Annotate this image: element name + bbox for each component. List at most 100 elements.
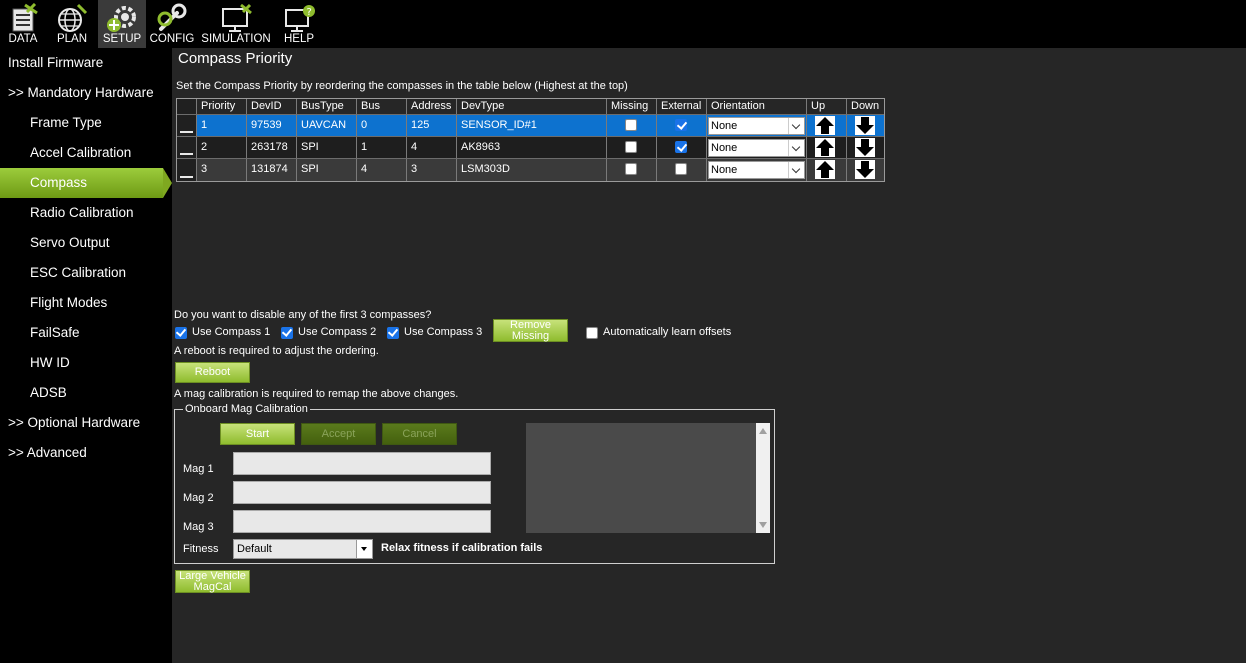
row-header <box>177 99 196 114</box>
mag1-progress <box>233 452 491 475</box>
column-header-bustype[interactable]: BusType <box>296 99 356 114</box>
menu-simulation[interactable]: SIMULATION <box>198 0 274 48</box>
menu-setup[interactable]: SETUP <box>98 0 146 48</box>
external-checkbox[interactable] <box>675 141 687 153</box>
relax-fitness-label[interactable]: Relax fitness if calibration fails <box>381 542 542 554</box>
row-header[interactable] <box>177 137 196 158</box>
column-header-bus[interactable]: Bus <box>356 99 406 114</box>
sidebar-item-adsb[interactable]: ADSB <box>0 378 172 408</box>
sidebar-item-install-firmware[interactable]: Install Firmware <box>0 48 172 78</box>
cell-devtype: SENSOR_ID#1 <box>456 115 606 136</box>
start-button[interactable]: Start <box>220 423 295 445</box>
scrollbar[interactable] <box>756 423 770 533</box>
scroll-up-icon[interactable] <box>759 428 767 434</box>
cell-down <box>846 159 886 181</box>
table-row[interactable]: 3 131874 SPI 4 3 LSM303D None <box>177 159 884 181</box>
use-compass-1-label[interactable]: Use Compass 1 <box>192 326 270 338</box>
table-row[interactable]: 1 97539 UAVCAN 0 125 SENSOR_ID#1 None <box>177 115 884 137</box>
fitness-label: Fitness <box>183 543 219 555</box>
use-compass-3-label[interactable]: Use Compass 3 <box>404 326 482 338</box>
orientation-value: None <box>711 142 738 154</box>
cancel-button[interactable]: Cancel <box>382 423 457 445</box>
cell-priority: 1 <box>196 115 246 136</box>
sidebar-item-esc-calibration[interactable]: ESC Calibration <box>0 258 172 288</box>
sidebar-item-hw-id[interactable]: HW ID <box>0 348 172 378</box>
orientation-dropdown[interactable]: None <box>708 139 805 157</box>
orientation-dropdown[interactable]: None <box>708 161 805 179</box>
cell-bus: 1 <box>356 137 406 158</box>
arrow-up-icon[interactable] <box>815 160 835 179</box>
missing-checkbox[interactable] <box>625 163 637 175</box>
use-compass-2-label[interactable]: Use Compass 2 <box>298 326 376 338</box>
cell-down <box>846 115 886 136</box>
accept-button[interactable]: Accept <box>301 423 376 445</box>
sidebar-item-servo-output[interactable]: Servo Output <box>0 228 172 258</box>
cell-missing <box>606 115 656 136</box>
row-header[interactable] <box>177 159 196 181</box>
menu-label: CONFIG <box>149 33 195 45</box>
reboot-button[interactable]: Reboot <box>175 362 250 383</box>
arrow-up-icon[interactable] <box>815 138 835 157</box>
column-header-devtype[interactable]: DevType <box>456 99 606 114</box>
external-checkbox[interactable] <box>675 163 687 175</box>
reboot-note: A reboot is required to adjust the order… <box>174 345 379 357</box>
cell-address: 3 <box>406 159 456 181</box>
missing-checkbox[interactable] <box>625 119 637 131</box>
arrow-down-icon[interactable] <box>855 116 875 135</box>
wrench-icon <box>157 3 187 31</box>
missing-checkbox[interactable] <box>625 141 637 153</box>
cell-up <box>806 137 846 158</box>
orientation-value: None <box>711 164 738 176</box>
sidebar-item-failsafe[interactable]: FailSafe <box>0 318 172 348</box>
column-header-address[interactable]: Address <box>406 99 456 114</box>
menu-label: DATA <box>8 33 38 45</box>
menu-label: PLAN <box>56 33 88 45</box>
column-header-missing[interactable]: Missing <box>606 99 656 114</box>
sidebar-item-accel-calibration[interactable]: Accel Calibration <box>0 138 172 168</box>
disable-question: Do you want to disable any of the first … <box>174 309 432 321</box>
sidebar-item-compass[interactable]: Compass <box>0 168 172 198</box>
onboard-mag-calibration-group: Onboard Mag Calibration Start Accept Can… <box>174 403 775 564</box>
sidebar: Install Firmware >> Mandatory Hardware F… <box>0 48 172 663</box>
menu-help[interactable]: ? HELP <box>276 0 322 48</box>
globe-icon <box>58 3 88 32</box>
auto-learn-offsets-checkbox[interactable] <box>586 327 598 339</box>
column-header-orientation[interactable]: Orientation <box>706 99 806 114</box>
mag3-progress <box>233 510 491 533</box>
column-header-external[interactable]: External <box>656 99 706 114</box>
monitor-icon <box>222 3 252 32</box>
sidebar-item-radio-calibration[interactable]: Radio Calibration <box>0 198 172 228</box>
menu-data[interactable]: DATA <box>0 0 46 48</box>
menu-config[interactable]: CONFIG <box>148 0 196 48</box>
use-compass-1-checkbox[interactable] <box>175 327 187 339</box>
menu-plan[interactable]: PLAN <box>48 0 96 48</box>
compass-priority-table: Priority DevID BusType Bus Address DevTy… <box>176 98 885 182</box>
large-vehicle-magcal-button[interactable]: Large Vehicle MagCal <box>175 570 250 593</box>
sidebar-item-mandatory-hardware[interactable]: >> Mandatory Hardware <box>0 78 172 108</box>
sidebar-item-advanced[interactable]: >> Advanced <box>0 438 172 468</box>
column-header-devid[interactable]: DevID <box>246 99 296 114</box>
sidebar-item-flight-modes[interactable]: Flight Modes <box>0 288 172 318</box>
remove-missing-button[interactable]: Remove Missing <box>493 319 568 342</box>
row-header[interactable] <box>177 115 196 136</box>
column-header-up[interactable]: Up <box>806 99 846 114</box>
arrow-down-icon[interactable] <box>855 138 875 157</box>
top-menu-bar: DATA PLAN SETUP CONFIG SIMULATION ? HELP <box>0 0 1246 48</box>
orientation-dropdown[interactable]: None <box>708 117 805 135</box>
table-row[interactable]: 2 263178 SPI 1 4 AK8963 None <box>177 137 884 159</box>
scroll-down-icon[interactable] <box>759 522 767 528</box>
arrow-up-icon[interactable] <box>815 116 835 135</box>
cell-address: 125 <box>406 115 456 136</box>
arrow-down-icon[interactable] <box>855 160 875 179</box>
column-header-priority[interactable]: Priority <box>196 99 246 114</box>
auto-learn-offsets-label[interactable]: Automatically learn offsets <box>603 326 731 338</box>
calibration-log[interactable] <box>526 423 770 533</box>
use-compass-2-checkbox[interactable] <box>281 327 293 339</box>
use-compass-3-checkbox[interactable] <box>387 327 399 339</box>
sidebar-item-optional-hardware[interactable]: >> Optional Hardware <box>0 408 172 438</box>
fitness-dropdown[interactable]: Default <box>233 539 373 559</box>
external-checkbox[interactable] <box>675 119 687 131</box>
column-header-down[interactable]: Down <box>846 99 886 114</box>
sidebar-item-frame-type[interactable]: Frame Type <box>0 108 172 138</box>
orientation-value: None <box>711 120 738 132</box>
